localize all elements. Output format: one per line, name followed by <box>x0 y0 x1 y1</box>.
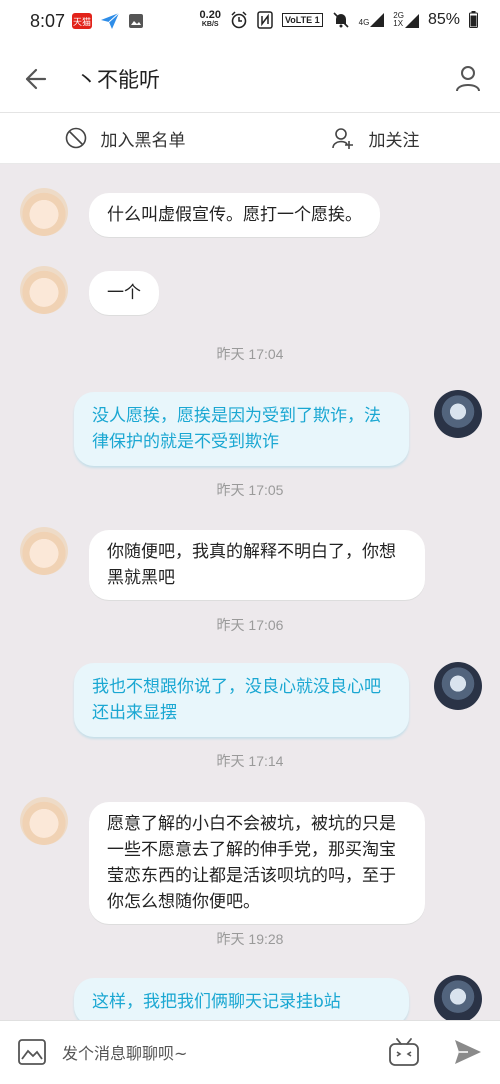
net-4g-label: 4G <box>358 17 370 27</box>
avatar[interactable] <box>20 188 68 236</box>
emoji-icon[interactable] <box>388 1037 420 1067</box>
avatar[interactable] <box>434 662 482 710</box>
status-time: 8:07 <box>30 11 66 31</box>
action-bar: 加入黑名单 加关注 <box>0 113 500 164</box>
battery-icon <box>469 11 478 28</box>
message-input[interactable] <box>60 1035 374 1071</box>
volte-badge: VoLTE 1 <box>281 12 323 27</box>
net-2g-stack: 2G 1X <box>393 11 404 28</box>
mute-icon <box>333 11 349 28</box>
net-speed-value: 0.20 <box>199 9 221 21</box>
message-bubble: 一个 <box>89 271 159 315</box>
image-icon[interactable] <box>18 1039 46 1065</box>
message-bubble: 没人愿挨，愿挨是因为受到了欺诈，法律保护的就是不受到欺诈 <box>74 392 409 466</box>
blacklist-label: 加入黑名单 <box>100 130 186 151</box>
status-bar: 8:07 天猫 0.20 KB/S VoLTE 1 4G 2G 1X 85% <box>0 0 500 44</box>
send-notification-icon <box>101 12 120 29</box>
avatar[interactable] <box>20 266 68 314</box>
gallery-icon <box>129 14 143 28</box>
follow-label: 加关注 <box>368 130 420 151</box>
nfc-icon <box>257 10 273 29</box>
profile-icon[interactable] <box>454 64 482 92</box>
net-speed: 0.20 KB/S <box>200 10 221 29</box>
avatar[interactable] <box>20 527 68 575</box>
block-icon <box>65 127 86 149</box>
chat-header: 丶不能听 <box>0 44 500 113</box>
add-user-icon <box>331 128 353 149</box>
signal-4g: 4G <box>358 12 385 27</box>
message-bubble: 你随便吧，我真的解释不明白了，你想黑就黑吧 <box>89 530 425 600</box>
alarm-icon <box>231 10 247 28</box>
blacklist-button[interactable]: 加入黑名单 <box>0 113 250 163</box>
message-bubble: 这样，我把我们俩聊天记录挂b站 <box>74 978 409 1026</box>
battery-text: 85% <box>427 10 460 28</box>
net-1x-label: 1X <box>393 18 404 28</box>
timestamp: 昨天 19:28 <box>216 931 284 947</box>
tmall-icon: 天猫 <box>72 13 92 29</box>
signal-icon-2 <box>404 13 419 28</box>
timestamp: 昨天 17:05 <box>216 482 284 498</box>
back-arrow-icon[interactable] <box>22 66 48 92</box>
notification-icons: 天猫 <box>72 12 144 30</box>
follow-button[interactable]: 加关注 <box>250 113 500 163</box>
avatar[interactable] <box>434 390 482 438</box>
signal-2g: 2G 1X <box>393 11 419 28</box>
timestamp: 昨天 17:14 <box>216 753 284 769</box>
signal-icon <box>370 12 385 27</box>
message-bubble: 愿意了解的小白不会被坑，被坑的只是一些不愿意去了解的伸手党，那买淘宝莹恋东西的让… <box>89 802 425 924</box>
message-bubble: 什么叫虚假宣传。愿打一个愿挨。 <box>89 193 380 237</box>
status-right: 0.20 KB/S VoLTE 1 4G 2G 1X 85% <box>200 10 478 29</box>
timestamp: 昨天 17:06 <box>216 617 284 633</box>
chat-title: 丶不能听 <box>76 68 160 92</box>
send-icon[interactable] <box>454 1039 482 1065</box>
avatar[interactable] <box>434 975 482 1023</box>
timestamp: 昨天 17:04 <box>216 346 284 362</box>
message-bubble: 我也不想跟你说了，没良心就没良心吧还出来显摆 <box>74 663 409 737</box>
net-speed-unit: KB/S <box>201 21 219 28</box>
avatar[interactable] <box>20 797 68 845</box>
input-bar <box>0 1020 500 1084</box>
